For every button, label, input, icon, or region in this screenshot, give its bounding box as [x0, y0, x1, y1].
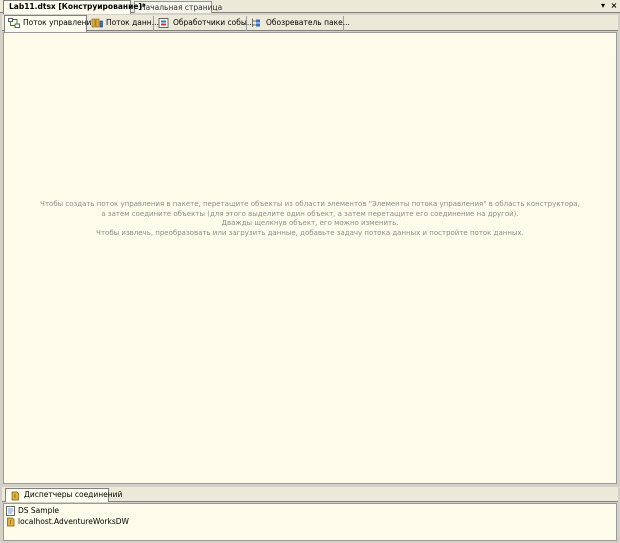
list-item-label: DS Sample	[18, 506, 60, 515]
list-item-localhost-adventureworksdw[interactable]: localhost.AdventureWorksDW	[6, 517, 129, 527]
tab-package-explorer[interactable]: Обозреватель паке...	[248, 16, 350, 31]
control-flow-design-surface[interactable]: Чтобы создать поток управления в пакете,…	[3, 32, 617, 484]
empty-surface-hint: Чтобы создать поток управления в пакете,…	[4, 200, 616, 238]
tab-event-handlers-label: Обработчики собы...	[173, 18, 254, 27]
window-list-dropdown-icon[interactable]: ▾	[598, 1, 608, 11]
tab-event-handlers[interactable]: Обработчики собы...	[155, 16, 254, 31]
package-explorer-icon	[252, 18, 260, 27]
tab-data-flow-label: Поток данн...	[106, 18, 159, 27]
connection-manager-icon	[11, 491, 19, 501]
designer-tab-strip: Поток управления Поток данн... Обработчи…	[2, 15, 618, 32]
tab-connection-managers[interactable]: Диспетчеры соединений	[5, 488, 122, 502]
tab-lab11-designer[interactable]: Lab11.dtsx [Конструирование]*	[3, 0, 146, 14]
list-item-label: localhost.AdventureWorksDW	[18, 517, 129, 526]
event-handlers-icon	[158, 18, 169, 28]
hint-line: Чтобы создать поток управления в пакете,…	[40, 200, 580, 208]
tab-control-flow[interactable]: Поток управления	[4, 15, 96, 32]
document-tab-strip: Начальная страница Lab11.dtsx [Конструир…	[0, 0, 620, 14]
tab-package-explorer-label: Обозреватель паке...	[266, 18, 350, 27]
hint-line: а затем соедините объекты (для этого выд…	[101, 209, 519, 218]
data-source-icon	[6, 506, 15, 516]
ole-db-connection-icon	[7, 517, 15, 527]
hint-line: Чтобы извлечь, преобразовать или загрузи…	[96, 228, 524, 237]
close-document-icon[interactable]: ×	[609, 1, 619, 11]
list-item-ds-sample[interactable]: DS Sample	[6, 506, 59, 516]
hint-line: Дважды щелкнув объект, его можно изменит…	[221, 219, 399, 227]
connection-managers-list: DS Sample localhost.AdventureWorksDW	[3, 503, 617, 541]
tab-control-flow-label: Поток управления	[23, 18, 96, 27]
data-flow-icon	[91, 18, 103, 28]
connection-managers-tab-strip: Диспетчеры соединений	[2, 487, 618, 502]
tab-connection-managers-label: Диспетчеры соединений	[24, 490, 123, 499]
tab-data-flow[interactable]: Поток данн...	[88, 16, 159, 31]
control-flow-icon	[8, 18, 20, 28]
